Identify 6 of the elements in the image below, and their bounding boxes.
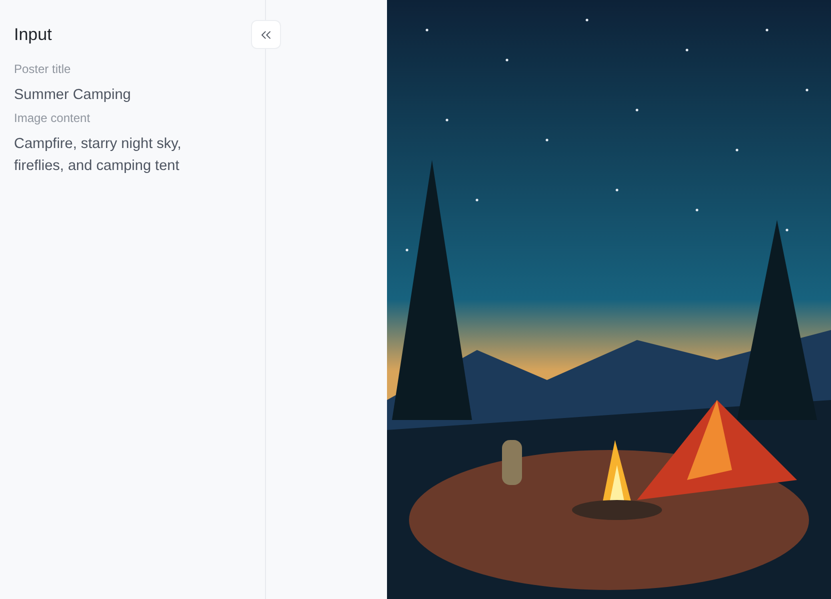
field-label: Image content	[14, 110, 92, 126]
panel-title: Input	[14, 25, 53, 45]
collapse-button[interactable]	[251, 20, 281, 49]
field-value: Summer Camping	[14, 86, 132, 105]
field-value: Campfire, starry night sky, fireflies, and camping tent	[14, 135, 182, 176]
field-label: Poster title	[14, 61, 72, 77]
